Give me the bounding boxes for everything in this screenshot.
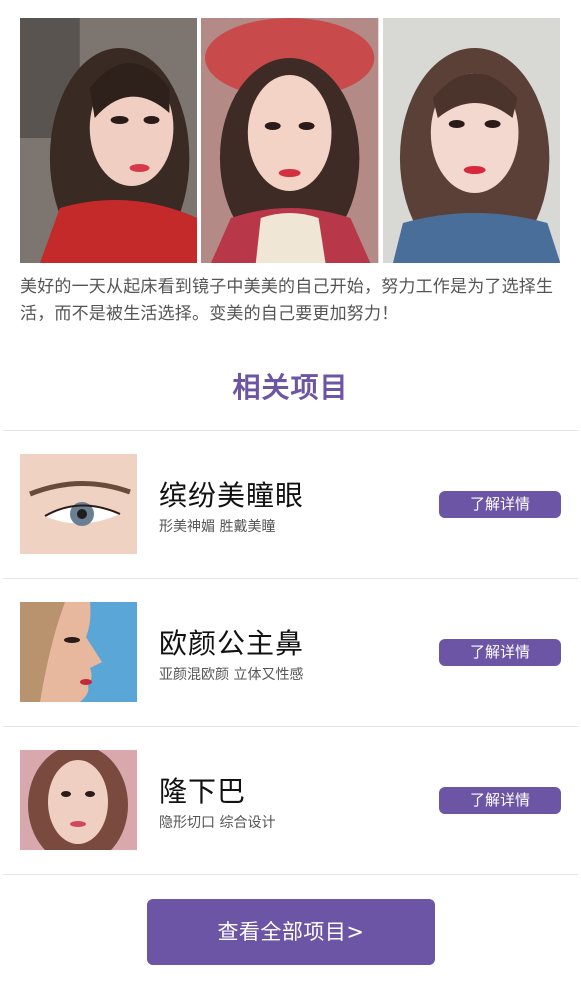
- divider: [3, 874, 578, 875]
- portrait-photo-3: [382, 18, 560, 263]
- detail-button[interactable]: 了解详情: [439, 787, 561, 814]
- nose-profile-thumbnail: [20, 602, 137, 702]
- portrait-photo-1: [20, 18, 198, 263]
- project-subtitle: 亚颜混欧颜 立体又性感: [159, 667, 304, 683]
- project-subtitle: 形美神媚 胜戴美瞳: [159, 519, 276, 535]
- project-title: 缤纷美瞳眼: [159, 479, 305, 512]
- photo-strip: [20, 18, 560, 263]
- project-item-nose[interactable]: 欧颜公主鼻 亚颜混欧颜 立体又性感 了解详情: [0, 578, 581, 726]
- project-item-eye[interactable]: 缤纷美瞳眼 形美神媚 胜戴美瞳 了解详情: [0, 430, 581, 578]
- eye-thumbnail: [20, 454, 137, 554]
- detail-button[interactable]: 了解详情: [439, 639, 561, 666]
- face-thumbnail: [20, 750, 137, 850]
- project-item-chin[interactable]: 隆下巴 隐形切口 综合设计 了解详情: [0, 726, 581, 874]
- detail-button[interactable]: 了解详情: [439, 491, 561, 518]
- photo-caption: 美好的一天从起床看到镜子中美美的自己开始，努力工作是为了选择生活，而不是被生活选…: [20, 277, 554, 324]
- project-title: 欧颜公主鼻: [159, 627, 305, 660]
- project-subtitle: 隐形切口 综合设计: [159, 815, 276, 831]
- project-title: 隆下巴: [159, 775, 247, 808]
- portrait-photo-2: [201, 18, 379, 263]
- view-all-projects-button[interactable]: 查看全部项目>: [147, 899, 435, 965]
- section-title: 相关项目: [232, 371, 349, 404]
